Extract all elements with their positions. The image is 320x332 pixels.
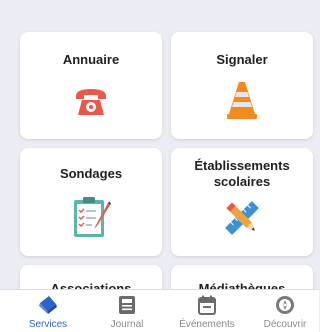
services-grid: Annuaire Signaler Sondages Établissement… <box>0 0 319 289</box>
pencil-ruler-icon <box>225 201 259 235</box>
clipboard-checklist-icon <box>74 197 111 237</box>
nav-journal[interactable]: Journal <box>87 290 167 332</box>
nav-label: Découvrir <box>263 319 307 330</box>
card-annuaire[interactable]: Annuaire <box>20 32 162 139</box>
nav-decouvrir[interactable]: Découvrir <box>245 290 320 332</box>
nav-label: Événements <box>179 319 235 330</box>
card-title: Signaler <box>216 52 268 67</box>
card-title: Sondages <box>59 166 123 181</box>
nav-evenements[interactable]: Événements <box>167 290 247 332</box>
card-title: Annuaire <box>62 52 120 67</box>
newspaper-icon <box>119 296 135 314</box>
nav-label: Services <box>28 319 68 330</box>
card-mediatheques[interactable]: Médiathèques <box>171 265 313 289</box>
compass-icon <box>276 296 294 314</box>
nav-label: Journal <box>110 319 144 330</box>
card-sondages[interactable]: Sondages <box>20 148 162 256</box>
services-icon <box>39 296 57 314</box>
calendar-icon <box>198 295 216 315</box>
card-title: Établissements scolaires <box>194 158 290 189</box>
card-title: Associations <box>50 281 132 289</box>
nav-services[interactable]: Services <box>8 290 88 332</box>
traffic-cone-icon <box>227 82 257 119</box>
card-signaler[interactable]: Signaler <box>171 32 313 139</box>
card-title: Médiathèques <box>198 281 286 289</box>
card-associations[interactable]: Associations <box>20 265 162 289</box>
card-etablissements-scolaires[interactable]: Établissements scolaires <box>171 148 313 256</box>
bottom-navigation: Services Journal Événements Découvrir <box>0 289 319 332</box>
telephone-icon <box>76 89 106 115</box>
